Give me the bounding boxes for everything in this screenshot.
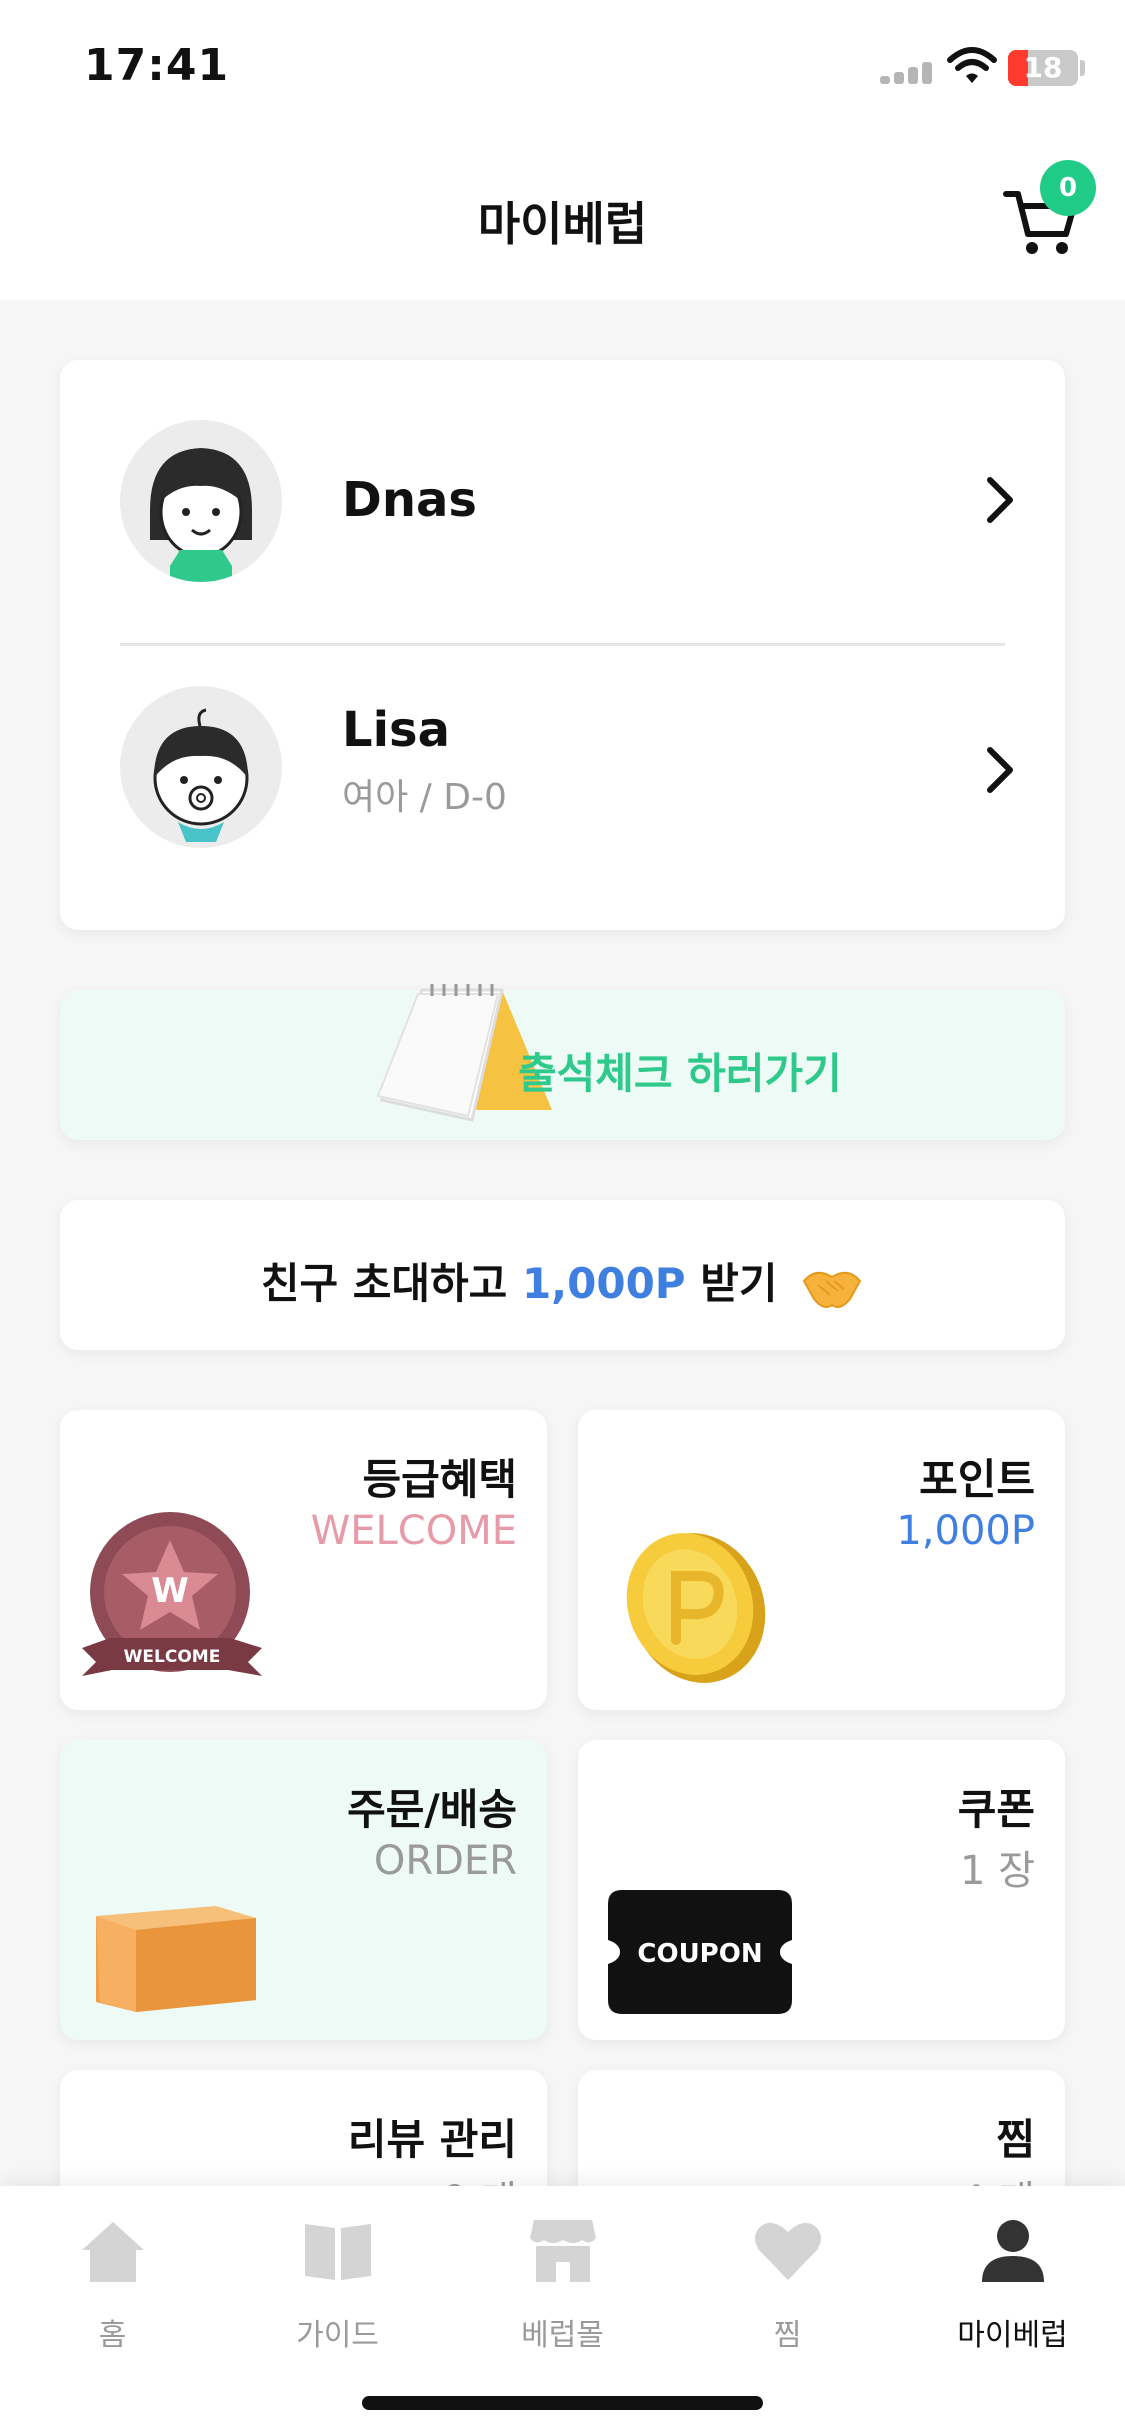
order-title: 주문/배송	[347, 1785, 517, 1834]
tab-wishlist[interactable]: 찜	[675, 2214, 900, 2354]
battery-icon: 18	[1008, 50, 1078, 86]
profile-name-child: Lisa	[342, 702, 450, 758]
invite-banner[interactable]: 친구 초대하고 1,000P 받기	[60, 1200, 1065, 1350]
tab-home[interactable]: 홈	[0, 2214, 225, 2354]
profile-name-parent: Dnas	[342, 472, 477, 528]
point-title: 포인트	[919, 1455, 1035, 1504]
wifi-icon	[947, 47, 997, 83]
chevron-right-icon[interactable]	[980, 472, 1020, 528]
profile-row-parent[interactable]: Dnas	[60, 360, 1065, 582]
wish-title: 찜	[996, 2115, 1035, 2164]
tab-wishlist-label: 찜	[773, 2318, 802, 2353]
coupon-ticket-icon: COUPON	[608, 1890, 792, 2014]
profile-card: Dnas Lisa 여아 / D-0	[60, 360, 1065, 930]
chevron-right-icon[interactable]	[980, 742, 1020, 798]
review-title: 리뷰 관리	[347, 2115, 517, 2164]
order-tile[interactable]: 주문/배송 ORDER	[60, 1740, 547, 2040]
heart-icon	[755, 2222, 821, 2280]
coupon-ticket-text: COUPON	[637, 1939, 762, 1969]
point-tile[interactable]: 포인트 1,000P	[578, 1410, 1065, 1710]
welcome-badge-letter: W	[151, 1571, 189, 1611]
book-icon	[305, 2224, 371, 2280]
coupon-tile[interactable]: 쿠폰 1 장 COUPON	[578, 1740, 1065, 2040]
invite-suffix: 받기	[700, 1259, 778, 1308]
status-bar: 17:41 18	[0, 0, 1125, 140]
store-icon	[530, 2220, 596, 2282]
status-time: 17:41	[84, 40, 230, 91]
grade-benefit-title: 등급혜택	[362, 1455, 517, 1504]
cellular-signal-icon	[880, 62, 932, 84]
attendance-banner[interactable]: 출석체크 하러가기	[60, 984, 1065, 1140]
tab-guide-label: 가이드	[296, 2318, 379, 2353]
welcome-badge-text: WELCOME	[124, 1647, 221, 1667]
box-icon	[96, 1906, 256, 2012]
invite-text: 친구 초대하고 1,000P 받기	[60, 1250, 1065, 1315]
tab-home-label: 홈	[98, 2318, 127, 2353]
tab-my-label: 마이베럽	[957, 2318, 1068, 2353]
coupon-value: 1 장	[960, 1848, 1035, 1894]
person-icon	[982, 2220, 1044, 2282]
profile-sub-child: 여아 / D-0	[342, 777, 507, 818]
welcome-badge-icon: W WELCOME	[82, 1512, 262, 1676]
grade-benefit-value: WELCOME	[310, 1508, 517, 1554]
point-value: 1,000P	[896, 1508, 1035, 1554]
tab-my[interactable]: 마이베럽	[900, 2214, 1125, 2354]
home-indicator	[362, 2396, 763, 2410]
order-value: ORDER	[373, 1838, 517, 1884]
page-header: 마이베럽 0	[0, 140, 1125, 300]
invite-points: 1,000P	[521, 1259, 686, 1308]
mom-avatar-icon	[120, 420, 282, 582]
attendance-label: 출석체크 하러가기	[518, 1049, 842, 1098]
tab-guide[interactable]: 가이드	[225, 2214, 450, 2354]
cart-count-badge: 0	[1040, 160, 1096, 216]
tab-mall[interactable]: 베럽몰	[450, 2214, 675, 2354]
invite-prefix: 친구 초대하고	[260, 1259, 508, 1308]
handshake-icon	[802, 1271, 862, 1308]
home-icon	[82, 2222, 144, 2282]
coupon-title: 쿠폰	[957, 1785, 1035, 1834]
profile-row-child[interactable]: Lisa 여아 / D-0	[60, 646, 1065, 848]
coin-icon	[626, 1533, 766, 1683]
battery-level: 18	[1023, 51, 1063, 84]
page-title: 마이베럽	[477, 197, 648, 251]
baby-avatar-icon	[120, 686, 282, 848]
tab-mall-label: 베럽몰	[521, 2318, 604, 2353]
grade-benefit-tile[interactable]: 등급혜택 WELCOME W WELCOME	[60, 1410, 547, 1710]
